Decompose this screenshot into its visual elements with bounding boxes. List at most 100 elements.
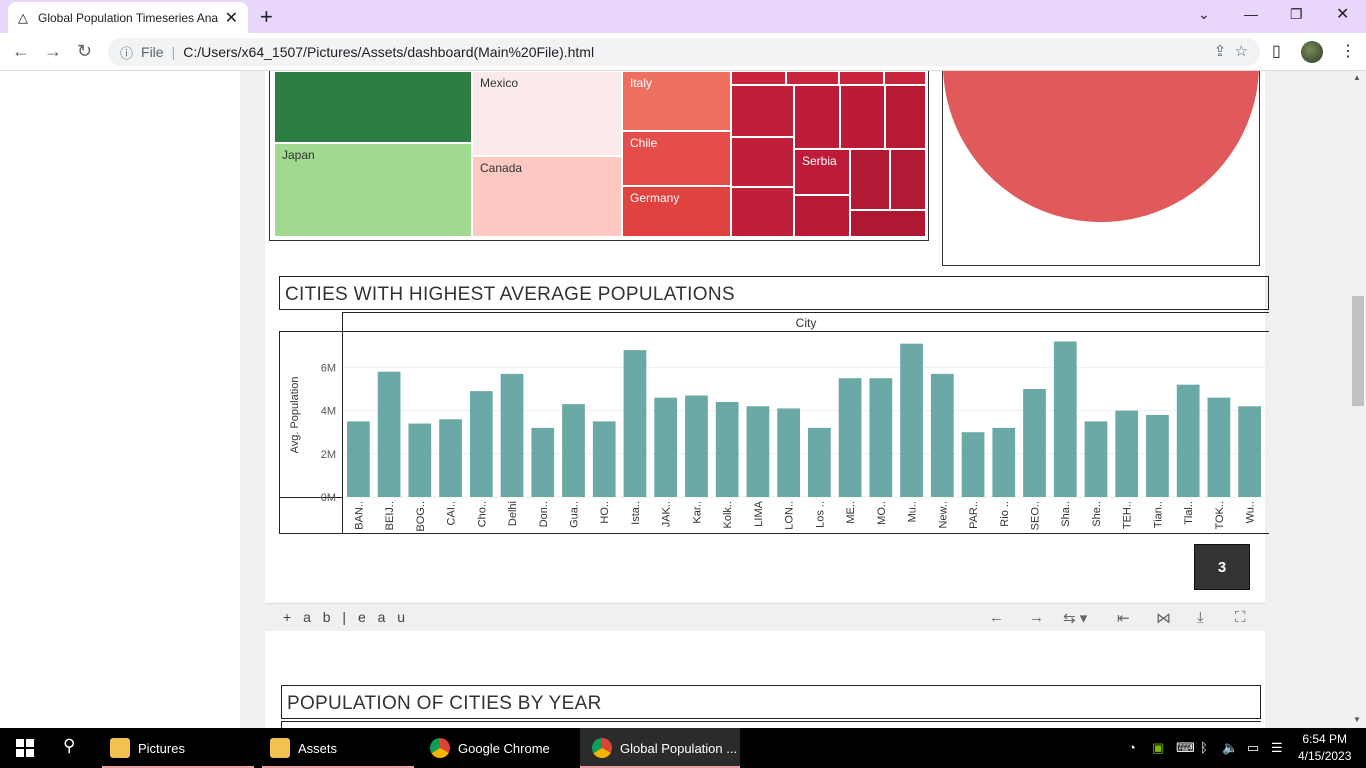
treemap-cell[interactable] bbox=[794, 85, 840, 149]
bar[interactable] bbox=[623, 350, 647, 497]
treemap-cell[interactable] bbox=[786, 71, 839, 85]
treemap-cell[interactable] bbox=[850, 210, 926, 237]
bar[interactable] bbox=[592, 421, 616, 497]
bar[interactable] bbox=[715, 401, 739, 497]
treemap-cell-germany[interactable]: Germany bbox=[622, 186, 731, 237]
bar[interactable] bbox=[838, 378, 862, 497]
treemap-cell-chile[interactable]: Chile bbox=[622, 131, 731, 186]
treemap-cell-serbia[interactable]: Serbia bbox=[794, 149, 850, 195]
nvidia-icon[interactable]: ▣ bbox=[1152, 740, 1164, 756]
bar[interactable] bbox=[1176, 384, 1200, 497]
bar[interactable] bbox=[1207, 397, 1231, 497]
revert-icon[interactable]: ⇆ ▾ bbox=[1063, 609, 1087, 627]
bar[interactable] bbox=[531, 427, 555, 497]
bar[interactable] bbox=[654, 397, 678, 497]
share-icon[interactable]: ⋈ bbox=[1156, 609, 1171, 627]
menu-icon[interactable]: ⋮ bbox=[1340, 41, 1356, 61]
treemap-cell[interactable] bbox=[850, 149, 890, 210]
taskbar-pictures[interactable]: Pictures bbox=[110, 728, 185, 768]
taskbar-global-population[interactable]: Global Population ... bbox=[592, 728, 737, 768]
bar[interactable] bbox=[777, 408, 801, 497]
treemap-cell[interactable] bbox=[731, 187, 794, 237]
bar[interactable] bbox=[1084, 421, 1108, 497]
bluetooth-icon[interactable]: ᛒ bbox=[1200, 740, 1208, 755]
search-icon[interactable]: ⚲ bbox=[63, 736, 75, 756]
bar[interactable] bbox=[469, 391, 493, 497]
reload-icon[interactable]: ↻ bbox=[77, 41, 92, 62]
volume-icon[interactable]: 🔈 bbox=[1222, 740, 1238, 756]
close-window-button[interactable]: ✕ bbox=[1336, 4, 1349, 24]
treemap-cell[interactable] bbox=[885, 85, 926, 149]
bar[interactable] bbox=[1053, 341, 1077, 497]
bar[interactable] bbox=[992, 427, 1016, 497]
profile-avatar[interactable] bbox=[1301, 41, 1323, 63]
treemap-cell[interactable] bbox=[731, 71, 786, 85]
x-tick-label: BOG.. bbox=[415, 501, 427, 532]
x-tick-label: Rio .. bbox=[999, 501, 1011, 527]
bar[interactable] bbox=[1238, 406, 1262, 497]
treemap-cell[interactable] bbox=[794, 195, 850, 237]
notification-icon[interactable]: ☰ bbox=[1271, 740, 1283, 756]
tableau-logo[interactable]: + a b | e a u bbox=[283, 609, 409, 625]
treemap-cell[interactable] bbox=[840, 85, 885, 149]
treemap-cell-japan[interactable]: Japan bbox=[274, 143, 472, 237]
forward-icon[interactable]: → bbox=[44, 41, 62, 62]
fullscreen-icon[interactable]: ⛶ bbox=[1235, 609, 1246, 626]
scroll-up-icon[interactable]: ▲ bbox=[1353, 73, 1361, 82]
bar[interactable] bbox=[1023, 389, 1046, 497]
bar[interactable] bbox=[562, 404, 585, 497]
bar[interactable] bbox=[1115, 410, 1139, 497]
scrollbar-thumb[interactable] bbox=[1352, 296, 1364, 406]
bar[interactable] bbox=[408, 423, 432, 497]
undo-icon[interactable]: ← bbox=[989, 609, 1004, 626]
bar[interactable] bbox=[808, 427, 831, 497]
tab-search-icon[interactable]: ⌄ bbox=[1198, 6, 1210, 23]
treemap-cell[interactable] bbox=[274, 71, 472, 143]
redo-icon[interactable]: → bbox=[1029, 609, 1044, 626]
share-bookmark-icons[interactable]: ⇪ ☆ bbox=[1214, 42, 1248, 60]
treemap-cell[interactable] bbox=[731, 137, 794, 187]
x-tick-label: SEO.. bbox=[1030, 501, 1042, 530]
bar[interactable] bbox=[746, 406, 770, 497]
bar[interactable] bbox=[500, 373, 524, 497]
treemap-cell[interactable] bbox=[890, 149, 926, 210]
bar[interactable] bbox=[900, 343, 923, 497]
bar[interactable] bbox=[869, 378, 893, 497]
page-number-badge[interactable]: 3 bbox=[1194, 544, 1250, 590]
treemap-cell-canada[interactable]: Canada bbox=[472, 156, 622, 237]
system-clock[interactable]: 6:54 PM 4/15/2023 bbox=[1298, 731, 1351, 765]
bar[interactable] bbox=[685, 395, 708, 497]
treemap-cell[interactable] bbox=[884, 71, 926, 85]
taskbar-chrome[interactable]: Google Chrome bbox=[430, 728, 550, 768]
windows-start-icon[interactable] bbox=[16, 739, 34, 757]
bar[interactable] bbox=[377, 371, 401, 497]
restore-button[interactable]: ❐ bbox=[1290, 6, 1303, 23]
close-tab-icon[interactable]: ✕ bbox=[225, 8, 238, 28]
new-tab-button[interactable]: + bbox=[260, 4, 273, 30]
bar[interactable] bbox=[961, 432, 985, 497]
wifi-icon[interactable]: ◔ bbox=[1128, 740, 1136, 755]
bar[interactable] bbox=[1146, 414, 1169, 497]
minimize-button[interactable]: — bbox=[1244, 6, 1258, 22]
bar[interactable] bbox=[930, 373, 954, 497]
bar[interactable] bbox=[347, 421, 370, 497]
keyboard-icon[interactable]: ⌨ bbox=[1176, 740, 1195, 756]
pie-slice[interactable] bbox=[943, 71, 1259, 222]
treemap-label: Germany bbox=[630, 191, 680, 205]
side-panel-icon[interactable]: ▯ bbox=[1272, 41, 1281, 61]
scroll-down-icon[interactable]: ▼ bbox=[1353, 715, 1361, 724]
info-icon[interactable]: ⓘ bbox=[120, 43, 133, 62]
download-icon[interactable]: ⤓ bbox=[1197, 609, 1204, 626]
y-axis-title: Avg. Population bbox=[289, 377, 301, 454]
back-icon[interactable]: ← bbox=[12, 41, 30, 62]
bar[interactable] bbox=[439, 419, 462, 497]
browser-tab[interactable]: △ Global Population Timeseries Ana ✕ bbox=[8, 2, 248, 33]
treemap-cell[interactable] bbox=[731, 85, 794, 137]
battery-icon[interactable]: ▭ bbox=[1247, 740, 1259, 756]
treemap-cell[interactable] bbox=[839, 71, 884, 85]
taskbar-assets[interactable]: Assets bbox=[270, 728, 337, 768]
address-bar[interactable]: ⓘ File | C:/Users/x64_1507/Pictures/Asse… bbox=[108, 38, 1260, 66]
treemap-cell-mexico[interactable]: Mexico bbox=[472, 71, 622, 156]
treemap-cell-italy[interactable]: Italy bbox=[622, 71, 731, 131]
reset-icon[interactable]: ⇤ bbox=[1117, 609, 1130, 627]
